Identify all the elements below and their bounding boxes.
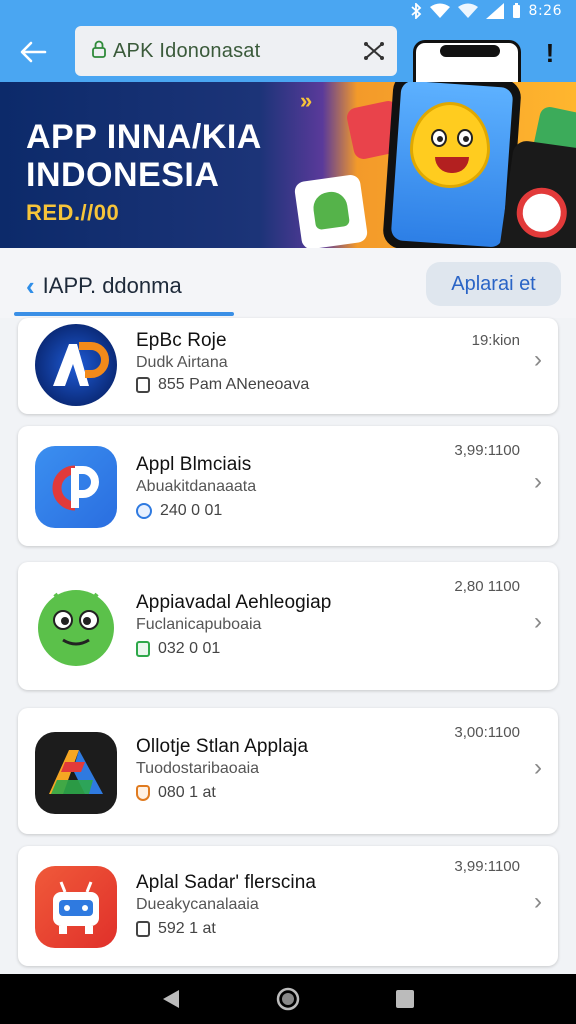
app-name: EpBc Roje: [136, 330, 227, 351]
chevron-right-icon: ›: [534, 754, 542, 781]
doc-icon: [136, 377, 150, 393]
ap-logo-icon: [35, 324, 117, 406]
app-meta: 032 0 01: [136, 640, 220, 658]
chevron-right-icon: ›: [534, 888, 542, 915]
green-face-icon: [35, 584, 117, 666]
app-size: 19:kion: [471, 332, 520, 349]
nav-back-button[interactable]: [156, 984, 186, 1014]
colorful-a-icon: [35, 732, 117, 814]
notch-icon: [440, 45, 500, 57]
banner-title-line2: INDONESIA: [26, 156, 220, 194]
app-meta-text: 032 0 01: [158, 640, 221, 657]
robot-icon: [35, 866, 117, 948]
app-meta: 592 1 at: [136, 920, 216, 938]
app-developer: Fuclanicapuboaia: [136, 616, 262, 633]
app-card[interactable]: Aplal Sadar' flerscina Dueakycanalaaia 5…: [18, 846, 558, 966]
system-nav-bar: [0, 974, 576, 1024]
banner-title-line1: APP INNA/KIA: [26, 118, 262, 156]
app-developer: Tuodostaribaoaia: [136, 760, 260, 777]
app-meta: 080 1 at: [136, 784, 216, 802]
triangle-back-icon: [162, 990, 179, 1008]
signal-icon: [485, 3, 504, 19]
banner-subtitle: RED.//00: [26, 200, 120, 225]
android-card-icon: [293, 173, 369, 248]
app-developer: Dudk Airtana: [136, 354, 228, 371]
app-name: Ollotje Stlan Applaja: [136, 736, 309, 757]
app-name: Appl Blmciais: [136, 454, 252, 475]
app-meta-text: 592 1 at: [158, 920, 216, 937]
doc-icon: [136, 921, 150, 937]
app-name: Appiavadal Aehleogiap: [136, 592, 332, 613]
app-card[interactable]: EpBc Roje Dudk Airtana 855 Pam ANeneoava…: [18, 318, 558, 414]
app-size: 3,99:1100: [454, 858, 520, 875]
chevron-right-icon: ›: [534, 346, 542, 373]
square-recents-icon: [396, 990, 415, 1008]
smiley-mascot-icon: [410, 102, 490, 188]
app-meta-text: 080 1 at: [158, 784, 216, 801]
back-button[interactable]: [16, 36, 50, 68]
wifi-icon: [429, 3, 450, 19]
app-size: 3,00:1100: [454, 724, 520, 741]
banner-title: APP INNA/KIA INDONESIA: [26, 118, 262, 194]
tab-secondary[interactable]: Aplarai et: [426, 262, 561, 306]
nav-recents-button[interactable]: [390, 984, 420, 1014]
top-app-bar: 8:26 APK Idononasat !: [0, 0, 576, 82]
app-card[interactable]: Appiavadal Aehleogiap Fuclanicapuboaia 0…: [18, 562, 558, 690]
app-developer: Abuakitdanaaata: [136, 478, 257, 495]
chevron-right-icon: ›: [534, 608, 542, 635]
app-meta-text: 240 0 01: [160, 502, 223, 519]
app-card[interactable]: Ollotje Stlan Applaja Tuodostaribaoaia 0…: [18, 708, 558, 834]
chevron-left-icon: ‹: [26, 270, 35, 301]
share-icon[interactable]: [363, 40, 385, 67]
app-meta: 855 Pam ANeneoava: [136, 376, 309, 394]
app-size: 3,99:1100: [454, 442, 520, 459]
app-meta: 240 0 01: [136, 502, 222, 520]
tab-active[interactable]: ‹ IAPP. ddonma: [14, 258, 234, 314]
wifi-alt-icon: [457, 3, 478, 19]
tab-indicator: [14, 312, 234, 316]
promo-banner[interactable]: » APP INNA/KIA INDONESIA RED.//00: [0, 82, 576, 248]
tab-label: IAPP. ddonma: [42, 273, 182, 298]
overflow-menu-button[interactable]: !: [540, 38, 560, 70]
arrow-left-icon: [20, 41, 47, 63]
app-developer: Dueakycanalaaia: [136, 896, 259, 913]
battery-icon: [512, 3, 521, 19]
shield-icon: [136, 503, 152, 519]
nav-home-button[interactable]: [273, 984, 303, 1014]
lock-icon: [91, 40, 107, 63]
app-size: 2,80 1100: [454, 578, 520, 595]
bluetooth-icon: [410, 3, 422, 19]
app-meta-text: 855 Pam ANeneoava: [158, 376, 310, 393]
chevron-right-icon: ›: [534, 468, 542, 495]
storage-icon: [136, 641, 150, 657]
circle-home-icon: [276, 987, 300, 1011]
device-preview-icon[interactable]: [413, 40, 521, 82]
cp-logo-icon: [35, 446, 117, 528]
status-bar: 8:26: [410, 0, 562, 22]
double-chevron-icon: »: [300, 88, 313, 113]
url-text: APK Idononasat: [113, 39, 261, 62]
status-time: 8:26: [528, 3, 562, 19]
app-name: Aplal Sadar' flerscina: [136, 872, 317, 893]
badge-icon: [136, 785, 150, 801]
address-bar[interactable]: APK Idononasat: [75, 26, 397, 76]
app-card[interactable]: Appl Blmciais Abuakitdanaaata 240 0 01 3…: [18, 426, 558, 546]
